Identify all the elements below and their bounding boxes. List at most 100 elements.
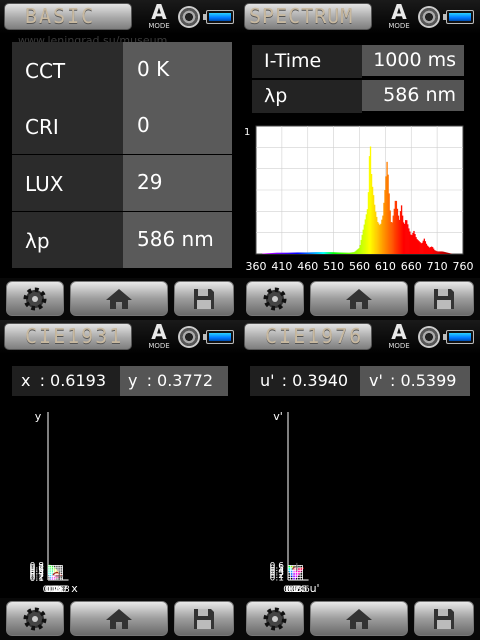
peak-wavelength-row: λp 586 nm: [252, 80, 474, 113]
cie1976-title-button[interactable]: CIE1976: [244, 323, 372, 350]
mode-label: MODE: [148, 342, 170, 350]
battery-icon: [443, 10, 474, 24]
floppy-disk-icon: [434, 288, 454, 309]
x-axis-label: u': [310, 582, 320, 595]
cri-label: CRI: [12, 98, 123, 154]
spectrum-x-tick-label: 710: [427, 260, 448, 273]
cie1931-title-button[interactable]: CIE1931: [4, 323, 132, 350]
spectrum-x-tick-label: 510: [323, 260, 344, 273]
gear-icon: [23, 287, 47, 310]
x-readout: x : 0.6193: [12, 366, 120, 396]
home-icon: [346, 288, 372, 309]
battery-icon: [443, 330, 474, 344]
mode-letter: A: [391, 0, 407, 24]
mode-button[interactable]: A MODE: [384, 322, 414, 352]
mode-letter: A: [151, 320, 167, 344]
x-tick-label: 0.8: [55, 585, 70, 595]
cie1976-bottom-bar: [240, 598, 480, 640]
spectrum-x-tick-label: 560: [349, 260, 370, 273]
peak-wavelength-value: 586 nm: [362, 80, 464, 111]
camera-shutter-icon[interactable]: [418, 326, 440, 348]
gear-icon: [23, 607, 47, 630]
cct-value: 0 K: [123, 42, 232, 98]
mode-label: MODE: [148, 22, 170, 30]
camera-shutter-icon[interactable]: [178, 6, 200, 28]
peak-wavelength-label: λp: [252, 80, 362, 113]
spectrum-y-tick: 1: [244, 127, 250, 138]
y-tick-label: 0.6: [270, 561, 285, 571]
save-button[interactable]: [414, 281, 474, 316]
app-screen: BASIC A MODE www.leningrad.su/museum CCT…: [0, 0, 480, 640]
spectrum-x-tick-label: 360: [246, 260, 267, 273]
y-tick-label: 0.8: [30, 561, 45, 571]
mode-letter: A: [391, 320, 407, 344]
camera-shutter-icon[interactable]: [178, 326, 200, 348]
table-row: λp 586 nm: [12, 212, 232, 268]
spectrum-panel: SPECTRUM A MODE I-Time 1000 ms λp 586 nm: [240, 0, 480, 320]
gear-icon: [263, 287, 287, 310]
cie1931-panel: CIE1931 A MODE x : 0.6193 y : 0.3772 0 0.…: [0, 320, 240, 640]
home-icon: [106, 608, 132, 629]
cie1976-header: CIE1976 A MODE: [240, 320, 480, 354]
battery-icon: [203, 330, 234, 344]
spectrum-title-button[interactable]: SPECTRUM: [244, 3, 372, 30]
integration-time-value[interactable]: 1000 ms: [362, 45, 464, 76]
basic-title-button[interactable]: BASIC: [4, 3, 132, 30]
lux-label: LUX: [12, 155, 123, 211]
mode-button[interactable]: A MODE: [144, 322, 174, 352]
home-icon: [346, 608, 372, 629]
integration-time-row: I-Time 1000 ms: [252, 45, 474, 78]
v-prime-value: : 0.5399: [389, 371, 457, 390]
settings-button[interactable]: [246, 281, 304, 316]
y-coordinate-label: y: [128, 371, 138, 390]
floppy-disk-icon: [194, 288, 214, 309]
u-prime-value: : 0.3940: [281, 371, 349, 390]
lux-value: 29: [123, 155, 232, 211]
mode-button[interactable]: A MODE: [384, 2, 414, 32]
u-prime-label: u': [260, 371, 275, 390]
camera-shutter-icon[interactable]: [418, 6, 440, 28]
cie1931-bottom-bar: [0, 598, 240, 640]
diagram-grid: [287, 565, 303, 581]
mode-label: MODE: [388, 342, 410, 350]
settings-button[interactable]: [6, 281, 64, 316]
v-prime-label: v': [369, 371, 383, 390]
table-row: LUX 29: [12, 155, 232, 211]
mode-button[interactable]: A MODE: [144, 2, 174, 32]
cie1976-diagram: 00.10.20.30.40.50.60.10.20.30.40.50.6u'v…: [270, 410, 320, 595]
x-coordinate-value: : 0.6193: [39, 371, 107, 390]
cie1976-panel: CIE1976 A MODE u' : 0.3940 v' : 0.5399 0…: [240, 320, 480, 640]
home-button[interactable]: [310, 601, 408, 636]
save-button[interactable]: [174, 601, 234, 636]
u-readout: u' : 0.3940: [250, 366, 360, 396]
home-button[interactable]: [70, 601, 168, 636]
save-button[interactable]: [414, 601, 474, 636]
integration-time-label: I-Time: [252, 45, 362, 78]
spectrum-header: SPECTRUM A MODE: [240, 0, 480, 34]
y-axis-label: v': [273, 410, 283, 423]
peak-wavelength-label: λp: [12, 212, 123, 268]
basic-bottom-bar: [0, 278, 240, 320]
table-row: CCT 0 K: [12, 42, 232, 98]
settings-button[interactable]: [6, 601, 64, 636]
home-button[interactable]: [310, 281, 408, 316]
gear-icon: [263, 607, 287, 630]
basic-measurement-table: CCT 0 K CRI 0 LUX 29 λp 586 nm: [12, 42, 232, 268]
peak-wavelength-value: 586 nm: [123, 212, 232, 268]
spectrum-x-tick-label: 760: [453, 260, 474, 273]
x-coordinate-label: x: [21, 371, 31, 390]
home-button[interactable]: [70, 281, 168, 316]
floppy-disk-icon: [194, 608, 214, 629]
spectrum-chart: 1 360 410 460 510 560 610 660 710 760: [244, 125, 474, 273]
spectrum-x-tick-label: 660: [401, 260, 422, 273]
basic-panel: BASIC A MODE www.leningrad.su/museum CCT…: [0, 0, 240, 320]
save-button[interactable]: [174, 281, 234, 316]
y-coordinate-value: : 0.3772: [146, 371, 214, 390]
settings-button[interactable]: [246, 601, 304, 636]
spectrum-x-ticks: 360 410 460 510 560 610 660 710 760: [246, 260, 474, 273]
battery-icon: [203, 10, 234, 24]
v-readout: v' : 0.5399: [360, 366, 470, 396]
mode-label: MODE: [388, 22, 410, 30]
table-row: CRI 0: [12, 98, 232, 154]
cie1931-header: CIE1931 A MODE: [0, 320, 240, 354]
